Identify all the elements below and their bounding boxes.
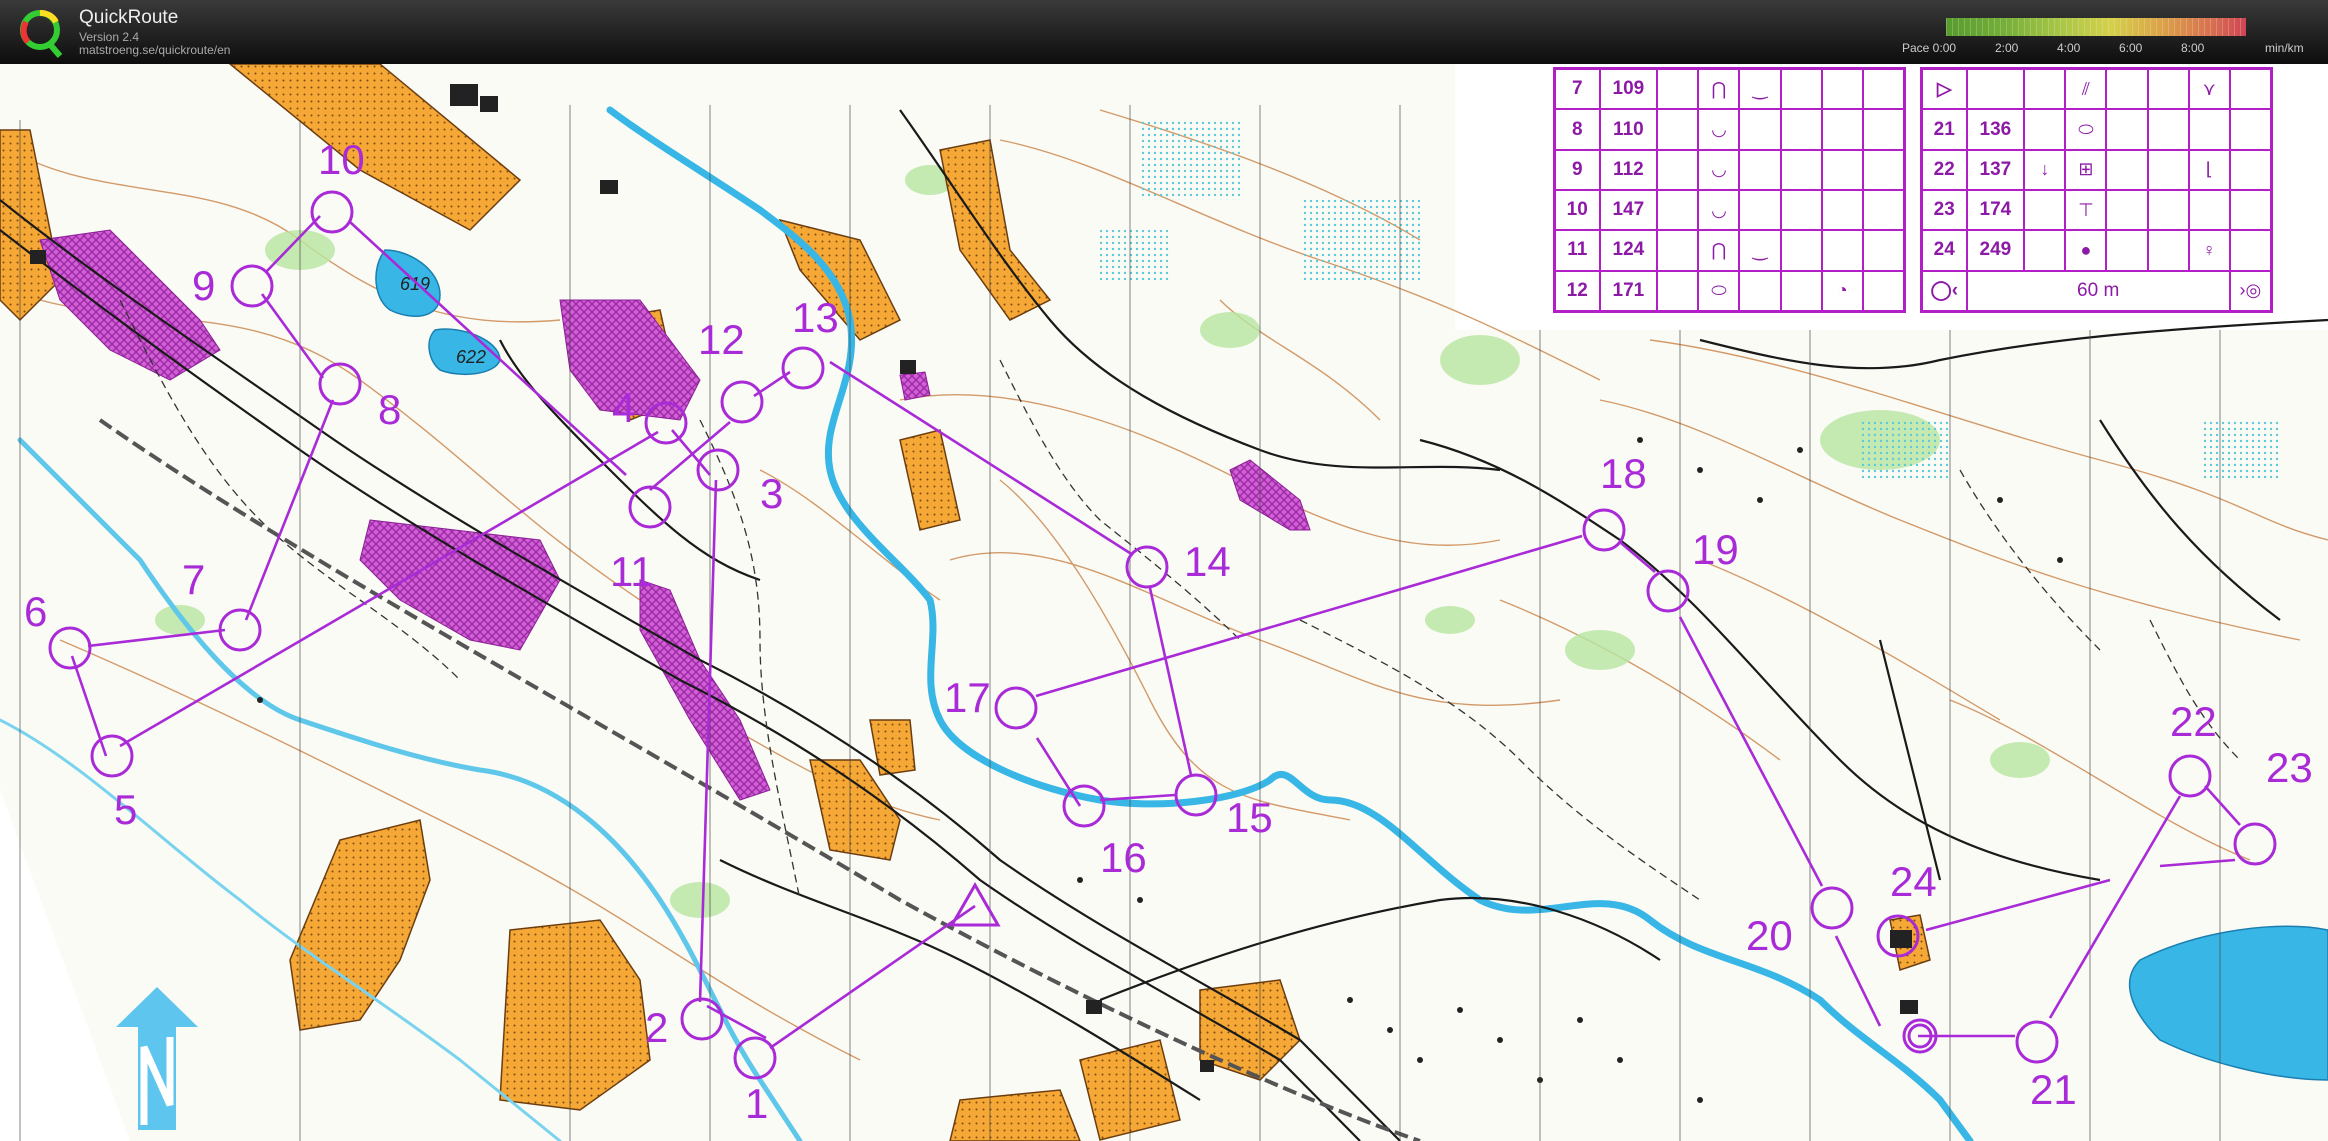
legend-row: 23 174 ⊤ (1920, 188, 2273, 232)
legend-control-code: 110 (1598, 108, 1659, 151)
legend-finish-distance: 60 m (1965, 269, 2231, 313)
control-descriptions-left: 7 109 ⋂ ‿ 8 110 ◡ 9 112 ◡ 10 147 ◡ 11 12… (1553, 67, 1906, 313)
legend-control-number: 24 (1920, 229, 1968, 272)
legend-control-number: 21 (1920, 108, 1968, 151)
legend-row: 7 109 ⋂ ‿ (1553, 67, 1906, 111)
legend-control-code: 249 (1965, 229, 2026, 272)
control-15-number: 15 (1226, 794, 1273, 841)
legend-appearance-symbol: ‿ (1738, 67, 1782, 111)
legend-control-code: 147 (1598, 188, 1659, 232)
control-22-number: 22 (2170, 698, 2217, 745)
legend-control-number: 8 (1553, 108, 1601, 151)
north-arrow-icon (116, 987, 198, 1130)
legend-control-number: 12 (1553, 269, 1601, 313)
control-4-number: 4 (612, 384, 635, 431)
legend-row: 21 136 ⬭ (1920, 108, 2273, 151)
legend-control-code: 124 (1598, 229, 1659, 272)
legend-start-row: ▷ ⫽ ⋎ (1920, 67, 2273, 111)
control-10-number: 10 (318, 136, 365, 183)
legend-feature-symbol: ⊞ (2064, 148, 2108, 191)
pace-label: 6:00 (2119, 41, 2143, 55)
control-13-number: 13 (792, 294, 839, 341)
legend-control-code: 109 (1598, 67, 1659, 111)
quickroute-logo-icon (20, 10, 63, 58)
app-version: Version 2.4 (79, 30, 140, 44)
legend-finish-row: ◯‹ 60 m ›◎ (1920, 269, 2273, 313)
legend-row: 10 147 ◡ (1553, 188, 1906, 232)
legend-feature-symbol: ⬭ (2064, 108, 2108, 151)
legend-control-number: 7 (1553, 67, 1601, 111)
legend-control-code: 136 (1965, 108, 2026, 151)
app-title: QuickRoute (79, 7, 179, 28)
legend-feature-symbol: ⋂ (1697, 229, 1741, 272)
control-3-number: 3 (760, 470, 783, 517)
legend-feature-symbol: ⋂ (1697, 67, 1741, 111)
control-11-number: 11 (610, 548, 654, 595)
legend-control-code: 137 (1965, 148, 2026, 191)
app-url: matstroeng.se/quickroute/en (79, 43, 231, 57)
legend-control-number: 11 (1553, 229, 1601, 272)
spot-height-622: 622 (456, 347, 486, 367)
control-5-number: 5 (114, 786, 137, 833)
pace-label: 8:00 (2181, 41, 2205, 55)
legend-location-symbol: ⋎ (2187, 67, 2231, 111)
control-20-number: 20 (1746, 912, 1793, 959)
legend-which-symbol (2023, 108, 2067, 151)
legend-feature-symbol: ● (2064, 229, 2108, 272)
legend-control-code: 171 (1598, 269, 1659, 313)
legend-row: 24 249 ● ♀ (1920, 229, 2273, 272)
control-2-number: 2 (645, 1004, 668, 1051)
legend-feature-symbol: ◡ (1697, 108, 1741, 151)
control-6-number: 6 (24, 588, 47, 635)
control-17-number: 17 (944, 674, 991, 721)
legend-feature-symbol: ◡ (1697, 188, 1741, 232)
legend-location-symbol: ♀ (2187, 229, 2231, 272)
legend-control-code: 174 (1965, 188, 2026, 232)
control-18-number: 18 (1600, 450, 1647, 497)
legend-location-symbol: ⌊ (2187, 148, 2231, 191)
legend-feature-symbol: ⬭ (1697, 269, 1741, 313)
control-7-number: 7 (182, 556, 205, 603)
control-descriptions-right: ▷ ⫽ ⋎ 21 136 ⬭ 22 137 ↓ ⊞ ⌊ 23 174 ⊤ 24 … (1920, 67, 2273, 313)
control-19-number: 19 (1692, 526, 1739, 573)
legend-feature-symbol: ⫽ (2064, 67, 2108, 111)
legend-row: 22 137 ↓ ⊞ ⌊ (1920, 148, 2273, 191)
legend-control-number: 22 (1920, 148, 1968, 191)
legend-control-code: 112 (1598, 148, 1659, 191)
control-24-number: 24 (1890, 858, 1937, 905)
legend-control-number: 10 (1553, 188, 1601, 232)
control-23-number: 23 (2266, 744, 2313, 791)
pace-label: 2:00 (1995, 41, 2019, 55)
pace-unit: min/km (2265, 41, 2304, 55)
legend-appearance-symbol: ‿ (1738, 229, 1782, 272)
control-8-number: 8 (378, 386, 401, 433)
legend-feature-symbol: ⊤ (2064, 188, 2108, 232)
legend-feature-symbol: ◡ (1697, 148, 1741, 191)
pace-color-scale (1946, 18, 2246, 36)
pace-label: Pace 0:00 (1902, 41, 1957, 55)
legend-control-number: 9 (1553, 148, 1601, 191)
app-header: QuickRoute Version 2.4 matstroeng.se/qui… (0, 0, 2328, 64)
control-9-number: 9 (192, 262, 215, 309)
legend-row: 12 171 ⬭ ◔ (1553, 269, 1906, 313)
legend-location-symbol: ◔ (1820, 269, 1864, 313)
pace-label: 4:00 (2057, 41, 2081, 55)
legend-control-number: 23 (1920, 188, 1968, 232)
control-12-number: 12 (698, 316, 745, 363)
legend-which-symbol (2023, 188, 2067, 232)
control-21-number: 21 (2030, 1066, 2077, 1113)
legend-row: 11 124 ⋂ ‿ (1553, 229, 1906, 272)
legend-finish-icon: ›◎ (2228, 269, 2273, 313)
legend-row: 9 112 ◡ (1553, 148, 1906, 191)
legend-row: 8 110 ◡ (1553, 108, 1906, 151)
control-1-number: 1 (745, 1080, 768, 1127)
legend-start-symbol: ▷ (1920, 67, 1968, 111)
legend-which-symbol: ↓ (2023, 148, 2067, 191)
legend-finish-start-icon: ◯‹ (1920, 269, 1968, 313)
legend-which-symbol (2023, 229, 2067, 272)
control-14-number: 14 (1184, 538, 1231, 585)
control-16-number: 16 (1100, 834, 1147, 881)
